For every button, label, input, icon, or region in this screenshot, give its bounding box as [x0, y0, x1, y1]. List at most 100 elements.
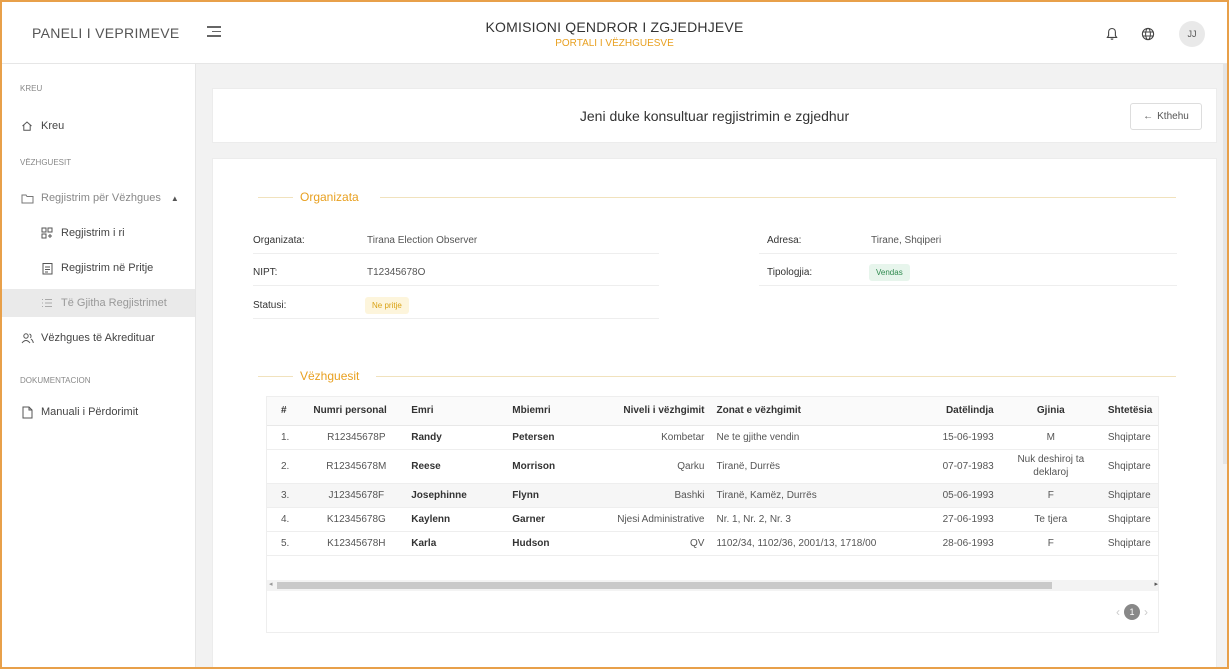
home-icon	[20, 119, 34, 133]
cell-citizenship: Shqiptare	[1101, 425, 1158, 450]
registration-card: Organizata Organizata: Tirana Election O…	[212, 158, 1217, 667]
sidebar-group-registration[interactable]: Regjistrim për Vëzhgues ▲	[2, 184, 195, 212]
sidebar-item-pending[interactable]: Regjistrim në Pritje	[2, 254, 195, 282]
top-header: PANELI I VEPRIMEVE KOMISIONI QENDROR I Z…	[2, 2, 1227, 64]
cell-zones: Tiranë, Kamëz, Durrës	[710, 483, 924, 508]
sidebar: KREU Kreu VËZHGUESIT Regjistrim për Vëzh…	[2, 64, 196, 667]
sidebar-item-kreu[interactable]: Kreu	[2, 112, 195, 140]
cell-gender: M	[999, 425, 1102, 450]
prev-page-icon[interactable]: ‹	[1116, 605, 1120, 619]
cell-citizenship: Shqiptare	[1101, 483, 1158, 508]
globe-icon[interactable]	[1139, 25, 1157, 43]
sidebar-item-label: Të Gjitha Regjistrimet	[61, 297, 167, 309]
header-title: KOMISIONI QENDROR I ZGJEDHJEVE	[485, 19, 744, 35]
arrow-left-icon: ←	[1143, 111, 1154, 122]
col-level: Niveli i vëzhgimit	[602, 397, 711, 426]
chevron-up-icon: ▲	[170, 193, 179, 203]
pagination: ‹ 1 ›	[1116, 604, 1148, 620]
info-row-status: Statusi: Ne pritje	[253, 292, 659, 319]
value-organization: Tirana Election Observer	[367, 234, 478, 246]
col-index: #	[267, 397, 308, 426]
back-button[interactable]: ← Kthehu	[1130, 103, 1202, 130]
col-gender: Gjinia	[999, 397, 1102, 426]
cell-personal-number: R12345678P	[307, 425, 406, 450]
cell-level: Qarku	[602, 449, 711, 484]
document-icon	[20, 405, 34, 419]
table-row[interactable]: 1. R12345678P Randy Petersen Kombetar Ne…	[267, 425, 1158, 450]
cell-index: 5.	[267, 531, 308, 556]
list-icon	[40, 296, 54, 310]
section-legend-observers: Vëzhguesit	[258, 369, 1176, 383]
observers-table-container: # Numri personal Emri Mbiemri Niveli i v…	[266, 396, 1159, 633]
sidebar-item-new-registration[interactable]: Regjistrim i ri	[2, 219, 195, 247]
table-row[interactable]: 2. R12345678M Reese Morrison Qarku Tiran…	[267, 449, 1158, 484]
cell-name: Randy	[405, 425, 507, 450]
cell-name: Kaylenn	[405, 507, 507, 532]
sidebar-item-manual[interactable]: Manuali i Përdorimit	[2, 398, 195, 426]
table-horizontal-scrollbar[interactable]: ◂ ▸	[267, 580, 1158, 591]
legend-organization: Organizata	[298, 190, 361, 204]
scrollbar-thumb[interactable]	[277, 582, 1052, 589]
value-nipt: T12345678O	[367, 266, 426, 278]
cell-surname: Morrison	[506, 449, 602, 484]
next-page-icon[interactable]: ›	[1144, 605, 1148, 619]
label-address: Adresa:	[767, 234, 802, 246]
back-button-label: Kthehu	[1157, 111, 1189, 122]
sidebar-group-label: Regjistrim për Vëzhgues	[41, 192, 161, 204]
cell-personal-number: K12345678G	[307, 507, 406, 532]
cell-citizenship: Shqiptare	[1101, 449, 1158, 484]
folder-icon	[20, 191, 34, 205]
section-legend-organization: Organizata	[258, 190, 1176, 204]
table-row[interactable]: 4. K12345678G Kaylenn Garner Njesi Admin…	[267, 507, 1158, 532]
cell-birthdate: 05-06-1993	[923, 483, 1000, 508]
sidebar-item-accredited[interactable]: Vëzhgues të Akredituar	[2, 324, 195, 352]
cell-personal-number: R12345678M	[307, 449, 406, 484]
app-frame: PANELI I VEPRIMEVE KOMISIONI QENDROR I Z…	[0, 0, 1229, 669]
clipboard-icon	[40, 261, 54, 275]
table-header-row: # Numri personal Emri Mbiemri Niveli i v…	[267, 397, 1158, 426]
scroll-left-icon[interactable]: ◂	[269, 580, 273, 588]
section-title-vezhguesit: VËZHGUESIT	[20, 158, 72, 167]
col-citizenship: Shtetësia	[1101, 397, 1158, 426]
cell-birthdate: 07-07-1983	[923, 449, 1000, 484]
cell-personal-number: K12345678H	[307, 531, 406, 556]
page-number-button[interactable]: 1	[1124, 604, 1140, 620]
cell-birthdate: 28-06-1993	[923, 531, 1000, 556]
cell-surname: Petersen	[506, 425, 602, 450]
cell-gender: Te tjera	[999, 507, 1102, 532]
grid-plus-icon	[40, 226, 54, 240]
cell-zones: Ne te gjithe vendin	[710, 425, 924, 450]
cell-index: 2.	[267, 449, 308, 484]
cell-birthdate: 15-06-1993	[923, 425, 1000, 450]
section-title-documentation: DOKUMENTACION	[20, 376, 91, 385]
cell-gender: Nuk deshiroj ta deklaroj	[999, 449, 1102, 484]
cell-name: Karla	[405, 531, 507, 556]
bell-icon[interactable]	[1103, 25, 1121, 43]
header-center: KOMISIONI QENDROR I ZGJEDHJEVE PORTALI I…	[2, 19, 1227, 49]
section-title-kreu: KREU	[20, 84, 43, 93]
cell-zones: Tiranë, Durrës	[710, 449, 924, 484]
cell-zones: Nr. 1, Nr. 2, Nr. 3	[710, 507, 924, 532]
cell-citizenship: Shqiptare	[1101, 507, 1158, 532]
info-row-organization: Organizata: Tirana Election Observer	[253, 227, 659, 254]
label-organization: Organizata:	[253, 234, 305, 246]
col-surname: Mbiemri	[506, 397, 602, 426]
page-vertical-scrollbar[interactable]	[1223, 64, 1227, 464]
col-birthdate: Datëlindja	[923, 397, 1000, 426]
col-personal-number: Numri personal	[307, 397, 406, 426]
cell-index: 4.	[267, 507, 308, 532]
header-actions: JJ	[1103, 21, 1205, 47]
sidebar-item-label: Regjistrim i ri	[61, 227, 125, 239]
avatar[interactable]: JJ	[1179, 21, 1205, 47]
sidebar-item-all-registrations[interactable]: Të Gjitha Regjistrimet	[2, 289, 195, 317]
cell-surname: Hudson	[506, 531, 602, 556]
header-subtitle: PORTALI I VËZHGUESVE	[555, 38, 674, 49]
cell-zones: 1102/34, 1102/36, 2001/13, 1718/00	[710, 531, 924, 556]
table-row[interactable]: 3. J12345678F Josephinne Flynn Bashki Ti…	[267, 483, 1158, 508]
cell-index: 1.	[267, 425, 308, 450]
cell-level: Bashki	[602, 483, 711, 508]
scroll-right-icon[interactable]: ▸	[1154, 580, 1158, 588]
cell-citizenship: Shqiptare	[1101, 531, 1158, 556]
label-nipt: NIPT:	[253, 266, 278, 278]
table-row[interactable]: 5. K12345678H Karla Hudson QV 1102/34, 1…	[267, 531, 1158, 556]
